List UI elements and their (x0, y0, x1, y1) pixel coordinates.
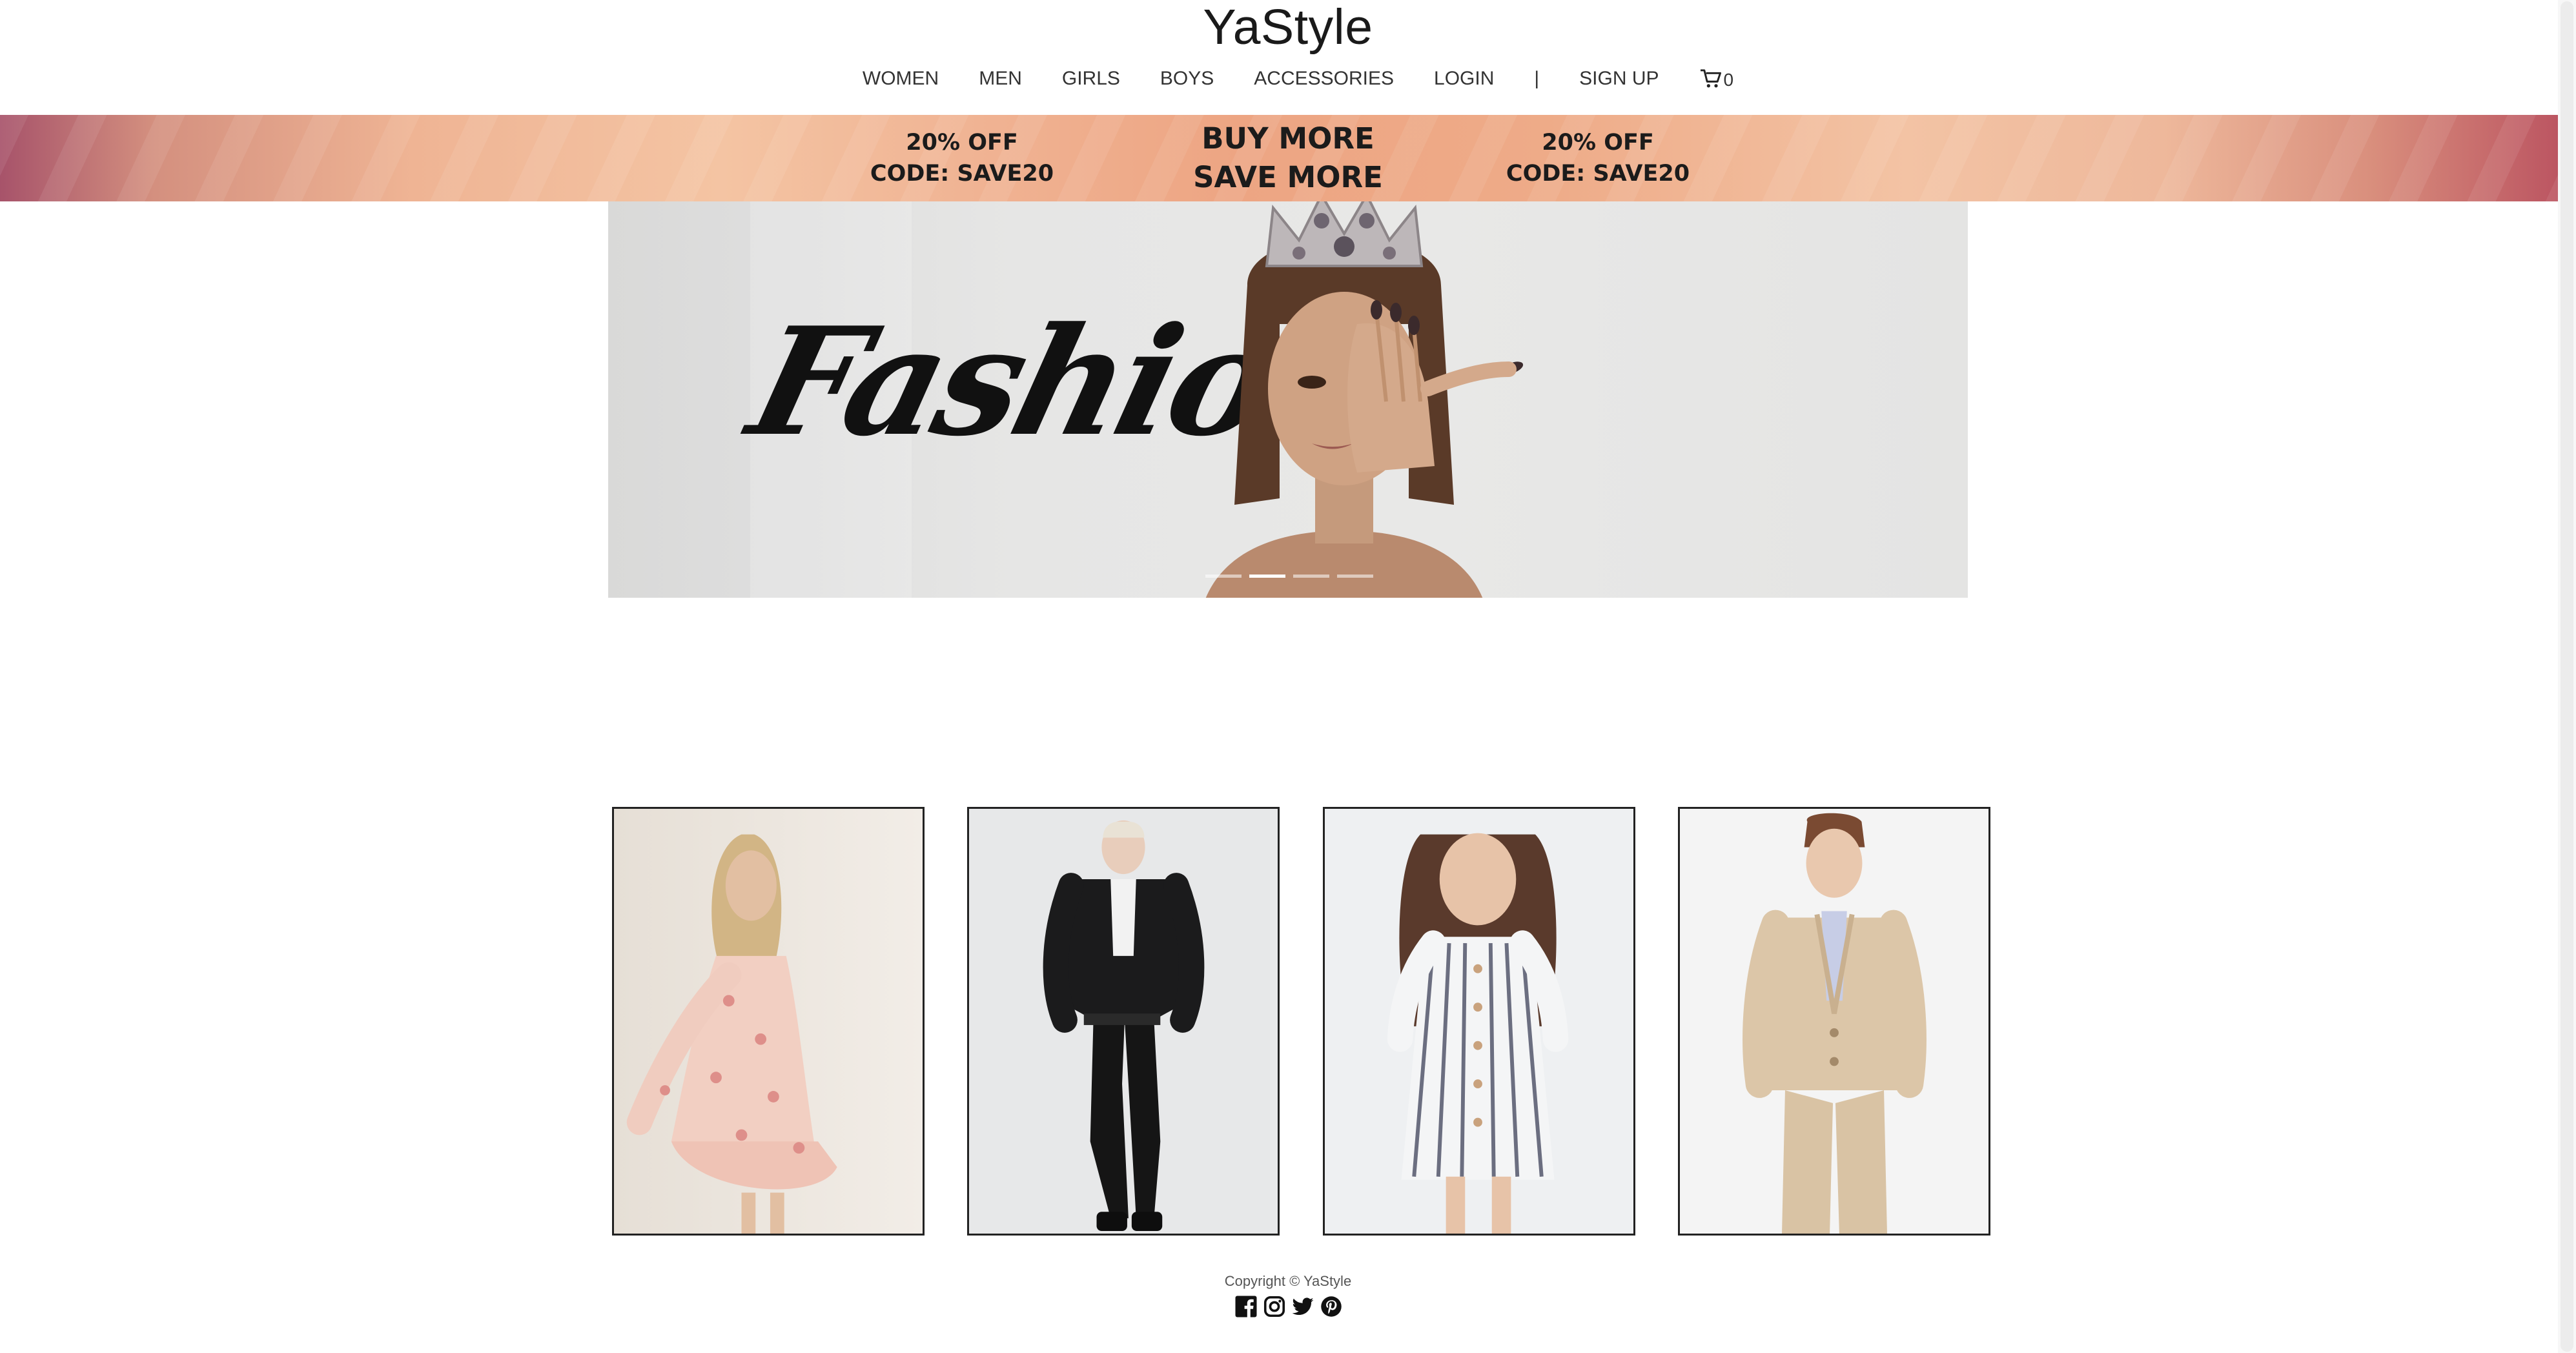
boy-beige-suit-photo (1680, 809, 1988, 1234)
promo-code-left: 20% OFF CODE: SAVE20 (839, 115, 1085, 201)
product-card-men[interactable] (967, 807, 1280, 1236)
instagram-link[interactable] (1263, 1295, 1286, 1318)
nav-accessories[interactable]: ACCESSORIES (1254, 65, 1394, 93)
product-card-boys[interactable] (1678, 807, 1990, 1236)
pinterest-icon (1321, 1296, 1342, 1317)
cart-icon (1700, 69, 1721, 88)
man-leather-jacket-photo (969, 809, 1278, 1234)
woman-floral-dress-photo (614, 809, 923, 1234)
main-nav: WOMEN MEN GIRLS BOYS ACCESSORIES LOGIN |… (0, 65, 2576, 93)
promo-mid-line1: BUY MORE (1201, 121, 1375, 156)
promo-right-line2: CODE: SAVE20 (1506, 161, 1690, 187)
promo-left-line1: 20% OFF (906, 130, 1018, 156)
page-scrollbar[interactable] (2558, 0, 2576, 1353)
carousel-indicators (1205, 575, 1373, 578)
model-with-crown-image (1205, 201, 1524, 598)
facebook-icon (1235, 1296, 1257, 1317)
cart-button[interactable]: 0 (1699, 68, 1734, 90)
twitter-icon (1292, 1297, 1314, 1316)
nav-sign-up[interactable]: SIGN UP (1579, 65, 1659, 93)
product-card-girls[interactable] (1323, 807, 1635, 1236)
carousel-dot-2[interactable] (1249, 575, 1285, 578)
nav-girls[interactable]: GIRLS (1062, 65, 1120, 93)
social-links (1234, 1295, 1343, 1318)
girl-striped-dress-photo (1325, 809, 1633, 1234)
promo-left-line2: CODE: SAVE20 (870, 161, 1054, 187)
promo-mid-line2: SAVE MORE (1193, 160, 1383, 194)
nav-login[interactable]: LOGIN (1434, 65, 1494, 93)
twitter-link[interactable] (1291, 1295, 1314, 1318)
scrollbar-thumb[interactable] (2561, 1, 2573, 1352)
promo-code-right: 20% OFF CODE: SAVE20 (1475, 115, 1721, 201)
product-card-women[interactable] (612, 807, 925, 1236)
hero-carousel[interactable]: Fashion (608, 201, 1968, 598)
nav-boys[interactable]: BOYS (1160, 65, 1214, 93)
nav-separator: | (1534, 68, 1540, 89)
carousel-dot-1[interactable] (1205, 575, 1242, 578)
nav-women[interactable]: WOMEN (863, 65, 939, 93)
cart-count: 0 (1723, 70, 1734, 90)
promo-right-line1: 20% OFF (1542, 130, 1654, 156)
promo-headline: BUY MORE SAVE MORE (1162, 115, 1414, 201)
instagram-icon (1263, 1296, 1285, 1317)
carousel-dot-4[interactable] (1337, 575, 1373, 578)
pinterest-link[interactable] (1320, 1295, 1343, 1318)
brand-logo[interactable]: YaStyle (0, 0, 2576, 54)
promo-banner[interactable]: 20% OFF CODE: SAVE20 BUY MORE SAVE MORE … (0, 115, 2576, 201)
carousel-dot-3[interactable] (1293, 575, 1329, 578)
nav-men[interactable]: MEN (979, 65, 1022, 93)
copyright-text: Copyright © YaStyle (1224, 1273, 1352, 1289)
facebook-link[interactable] (1234, 1295, 1258, 1318)
